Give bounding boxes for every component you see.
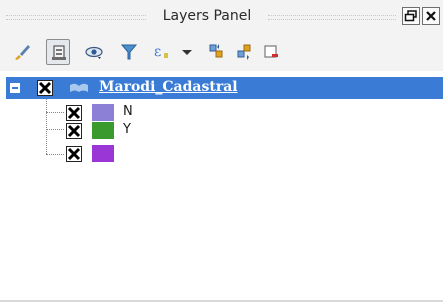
check-x-icon (38, 81, 52, 95)
legend-class-row[interactable]: Y (0, 122, 443, 139)
eye-icon (85, 46, 103, 59)
collapse-toggle[interactable] (10, 83, 20, 93)
remove-layer-button[interactable] (259, 39, 283, 65)
legend-class-row[interactable]: N (0, 104, 443, 121)
class-visibility-checkbox[interactable] (66, 123, 82, 139)
class-visibility-checkbox[interactable] (66, 146, 82, 162)
layers-toolbar: ε (0, 33, 443, 71)
visibility-button[interactable] (82, 39, 106, 65)
remove-layer-icon (264, 45, 278, 58)
titlebar-grip-left[interactable] (6, 15, 146, 20)
style-manager-button[interactable] (10, 39, 34, 65)
titlebar-grip-right[interactable] (268, 15, 396, 20)
layers-panel: Layers Panel ε Marodi_Cadastral N Y (0, 0, 443, 307)
add-group-button[interactable] (46, 39, 70, 65)
layer-visibility-checkbox[interactable] (37, 80, 53, 96)
expand-all-button[interactable] (205, 39, 229, 65)
class-visibility-checkbox[interactable] (66, 105, 82, 121)
polygon-layer-icon (70, 83, 88, 92)
filter-by-expression-button[interactable]: ε (150, 39, 174, 65)
close-icon (426, 11, 436, 21)
dropdown-arrow-icon (182, 50, 192, 55)
check-x-icon (67, 147, 81, 161)
collapse-all-button[interactable] (233, 39, 257, 65)
expression-dropdown-button[interactable] (178, 39, 202, 65)
class-label: Y (123, 122, 131, 137)
svg-text:ε: ε (154, 44, 161, 60)
expression-filter-icon: ε (154, 44, 168, 60)
layer-name[interactable]: Marodi_Cadastral (99, 79, 238, 95)
paintbrush-icon (15, 45, 30, 60)
add-group-icon (52, 45, 66, 60)
class-color-swatch (92, 104, 114, 121)
collapse-all-icon (237, 44, 251, 60)
panel-title: Layers Panel (162, 8, 252, 24)
float-icon (404, 10, 417, 22)
close-panel-button[interactable] (422, 7, 440, 25)
class-color-swatch (92, 145, 114, 162)
legend-class-row[interactable] (0, 145, 443, 162)
check-x-icon (67, 106, 81, 120)
panel-titlebar[interactable]: Layers Panel (0, 0, 443, 33)
filter-button[interactable] (117, 39, 141, 65)
check-x-icon (67, 124, 81, 138)
float-panel-button[interactable] (402, 7, 420, 25)
expand-all-icon (209, 44, 223, 58)
class-label: N (123, 104, 133, 119)
layer-row-marodi-cadastral[interactable]: Marodi_Cadastral (6, 77, 443, 99)
panel-bottom-border (0, 300, 443, 302)
filter-icon (120, 44, 138, 60)
class-color-swatch (92, 122, 114, 139)
layer-tree[interactable]: Marodi_Cadastral N Y (0, 71, 443, 307)
